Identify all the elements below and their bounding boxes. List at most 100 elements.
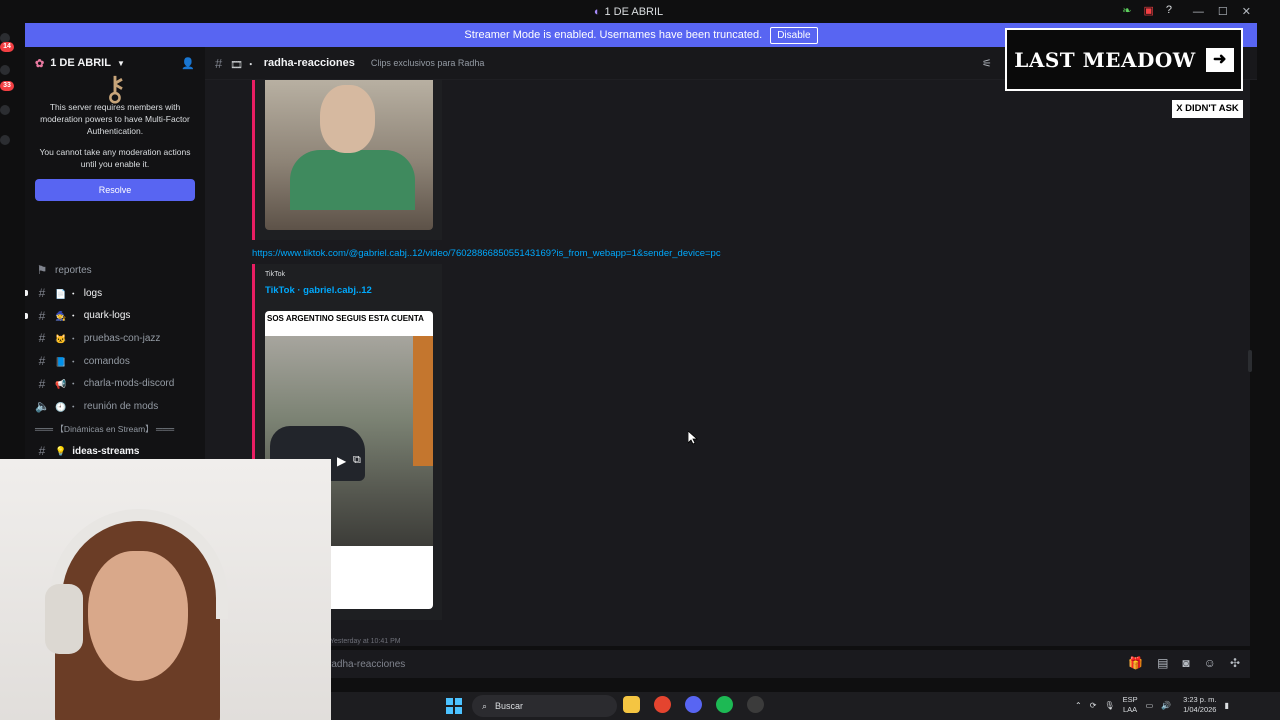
mention-badge: 14: [0, 42, 14, 52]
overlay-logo-text: LAST MEADOW: [1014, 47, 1196, 72]
channel-topic[interactable]: Clips exclusivos para Radha: [371, 58, 485, 68]
minimize-icon[interactable]: —: [1193, 6, 1204, 18]
person-shirt: [290, 150, 415, 210]
video-caption: SOS ARGENTINO SEGUIS ESTA CUENTA: [267, 314, 424, 323]
bulb-icon: 💡: [55, 445, 67, 456]
channel-emoji: 🕘 ・: [55, 401, 78, 412]
maximize-icon[interactable]: ☐: [1218, 5, 1228, 18]
chrome-icon[interactable]: [654, 696, 671, 713]
person-head: [320, 85, 375, 153]
gif-icon[interactable]: ▤: [1157, 656, 1168, 670]
search-icon: ⌕: [482, 700, 488, 711]
hash-icon: #: [38, 354, 46, 369]
category-dinamicas[interactable]: ═══ 【Dinámicas en Stream】 ═══: [25, 418, 205, 440]
channel-label: logs: [83, 287, 103, 299]
add-member-icon[interactable]: 👤: [181, 57, 195, 70]
channel-emoji-icon: 🎞 ・: [230, 59, 256, 71]
channel-item-logs[interactable]: # 📄 ・ logs: [25, 282, 205, 305]
channel-list: ⚑ reportes # 📄 ・ logs # 🧙 ・ quark-logs #…: [25, 259, 205, 463]
microphone-icon[interactable]: 🎙: [1104, 701, 1114, 710]
screen-icon[interactable]: ▣: [1143, 4, 1153, 17]
discover-icon[interactable]: [0, 135, 10, 145]
channel-item-charla-mods-discord[interactable]: # 📢 ・ charla-mods-discord: [25, 372, 205, 395]
file-explorer-icon[interactable]: [623, 696, 640, 713]
channel-item-reportes[interactable]: ⚑ reportes: [25, 259, 205, 282]
last-meadow-overlay: LAST MEADOW ➜: [1005, 28, 1243, 91]
channel-label: reunión de mods: [83, 400, 159, 412]
video-embed: [252, 80, 442, 240]
message-timestamp: Yesterday at 10:41 PM: [330, 638, 401, 645]
message-list: https://www.tiktok.com/@gabriel.cabj..12…: [205, 80, 1250, 646]
sticker-icon[interactable]: ◙: [1182, 656, 1189, 670]
discord-icon[interactable]: [685, 696, 702, 713]
window-titlebar: ◐ 1 DE ABRIL ❧ ▣ ? — ☐ ✕: [0, 0, 1257, 23]
channel-label: ideas-streams: [72, 445, 140, 457]
embed-author-link[interactable]: TikTok · gabriel.cabj..12: [265, 285, 372, 296]
add-server-icon[interactable]: [0, 105, 10, 115]
sync-icon[interactable]: ⟳: [1090, 701, 1097, 710]
system-tray: ⌃ ⟳ 🎙 ESP LAA ▭ 🔊 3:23 p. m. 1/04/2026 ▮: [1075, 695, 1229, 715]
scrollbar-thumb[interactable]: [1248, 350, 1252, 372]
channel-label: comandos: [83, 355, 130, 367]
help-icon[interactable]: ?: [1166, 4, 1172, 17]
key-icon: ⚷: [102, 70, 128, 108]
resolve-button[interactable]: Resolve: [35, 179, 195, 201]
channel-item-comandos[interactable]: # 📘 ・ comandos: [25, 350, 205, 373]
channel-emoji: 🐱 ・: [55, 333, 78, 344]
window-title: ◐ 1 DE ABRIL: [594, 6, 663, 18]
lang-top: ESP: [1122, 695, 1138, 704]
unread-indicator: [25, 290, 28, 297]
taskbar-search[interactable]: ⌕ Buscar: [472, 695, 617, 717]
unread-indicator: [25, 312, 28, 319]
window-title-text: 1 DE ABRIL: [604, 5, 664, 18]
gift-icon[interactable]: 🎁: [1128, 656, 1143, 670]
language-indicator[interactable]: ESP LAA: [1123, 695, 1138, 715]
server-name: 1 DE ABRIL: [50, 57, 111, 69]
mfa-line-2: You cannot take any moderation actions u…: [39, 147, 191, 169]
hash-icon: #: [38, 286, 46, 301]
chevron-down-icon: ▼: [116, 58, 125, 68]
emoji-icon[interactable]: ☺: [1204, 656, 1216, 670]
clock-time: 3:23 p. m.: [1183, 695, 1217, 704]
channel-item-quark-logs[interactable]: # 🧙 ・ quark-logs: [25, 304, 205, 327]
channel-label: charla-mods-discord: [83, 378, 175, 390]
notification-icon[interactable]: ▮: [1224, 701, 1228, 710]
channel-item-reunion-de-mods[interactable]: 🔈 🕘 ・ reunión de mods: [25, 395, 205, 418]
leaf-icon[interactable]: ❧: [1122, 4, 1131, 17]
mfa-line-1: This server requires members with modera…: [40, 102, 190, 136]
hash-icon: #: [38, 308, 46, 323]
channel-item-pruebas-con-jazz[interactable]: # 🐱 ・ pruebas-con-jazz: [25, 327, 205, 350]
overlay-badge: X DIDN'T ASK: [1172, 100, 1243, 118]
message-composer[interactable]: radha-reacciones 🎁 ▤ ◙ ☺ ✣: [318, 650, 1250, 678]
close-icon[interactable]: ✕: [1242, 5, 1251, 18]
embed-provider: TikTok: [265, 271, 285, 278]
open-external-icon[interactable]: ⧉: [353, 454, 361, 467]
clock[interactable]: 3:23 p. m. 1/04/2026: [1183, 695, 1216, 715]
threads-icon[interactable]: ⚟: [982, 57, 992, 70]
lang-bottom: LAA: [1122, 705, 1138, 714]
volume-icon[interactable]: 🔊: [1161, 701, 1171, 710]
windows-start-icon[interactable]: [446, 698, 462, 714]
mention-badge: 33: [0, 81, 14, 91]
channel-emoji: 📄 ・: [55, 288, 78, 299]
channel-emoji: 🧙 ・: [55, 311, 78, 322]
message-link[interactable]: https://www.tiktok.com/@gabriel.cabj..12…: [252, 248, 721, 259]
video-thumbnail[interactable]: [265, 80, 433, 230]
apps-icon[interactable]: ✣: [1230, 656, 1240, 670]
speaker-icon: 🔈: [35, 399, 50, 414]
obs-icon[interactable]: [747, 696, 764, 713]
guild-icon[interactable]: [0, 65, 10, 75]
headset-cup-shape: [45, 584, 83, 654]
composer-placeholder: radha-reacciones: [328, 658, 406, 670]
disable-streamer-mode-button[interactable]: Disable: [770, 26, 818, 44]
webcam-feed: [0, 459, 331, 720]
channel-title: radha-reacciones: [263, 57, 355, 69]
network-icon[interactable]: ▭: [1146, 701, 1154, 710]
channel-emoji: 📘 ・: [55, 356, 78, 367]
chevron-up-icon[interactable]: ⌃: [1075, 701, 1082, 710]
hash-icon: #: [38, 376, 46, 391]
door-shape: [413, 336, 433, 466]
play-icon[interactable]: ▶: [337, 454, 346, 468]
spotify-icon[interactable]: [716, 696, 733, 713]
forum-icon: ⚑: [36, 263, 48, 278]
